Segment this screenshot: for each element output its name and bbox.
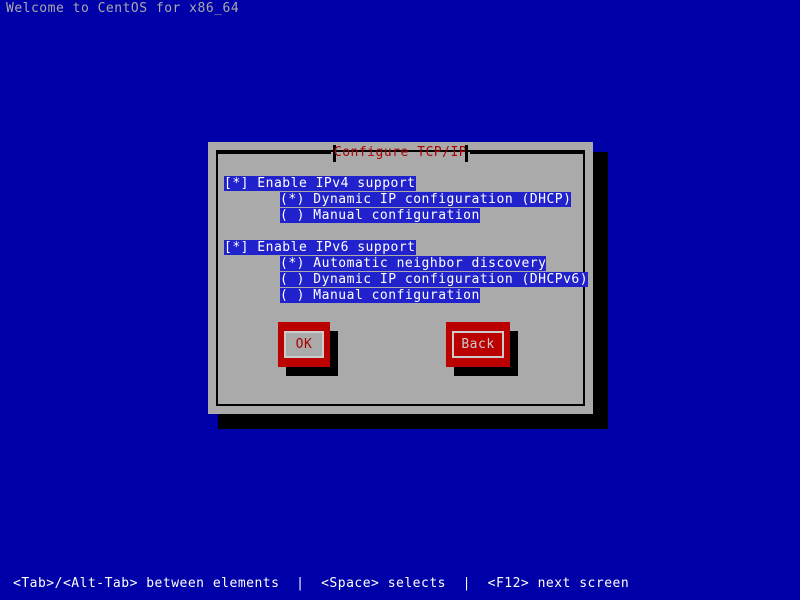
welcome-bar: Welcome to CentOS for x86_64 <box>0 0 800 17</box>
radio-ipv4-dhcp-label: (*) Dynamic IP configuration (DHCP) <box>280 192 572 207</box>
configure-tcpip-dialog: Configure TCP/IP [*] Enable IPv4 support… <box>208 142 593 414</box>
radio-ipv6-auto-neighbor[interactable]: (*) Automatic neighbor discovery <box>224 256 576 272</box>
radio-ipv6-dhcpv6[interactable]: ( ) Dynamic IP configuration (DHCPv6) <box>224 272 589 288</box>
checkbox-enable-ipv6[interactable]: [*] Enable IPv6 support <box>224 240 576 256</box>
radio-ipv4-manual-label: ( ) Manual configuration <box>280 208 480 223</box>
options-list: [*] Enable IPv4 support (*) Dynamic IP c… <box>224 176 589 304</box>
title-tick-right-icon <box>465 145 468 162</box>
checkbox-enable-ipv4[interactable]: [*] Enable IPv4 support <box>224 176 576 192</box>
welcome-text: Welcome to CentOS for x86_64 <box>6 1 240 16</box>
dialog-title-bar: Configure TCP/IP <box>216 143 585 163</box>
radio-ipv6-dhcpv6-label: ( ) Dynamic IP configuration (DHCPv6) <box>280 272 589 287</box>
back-button-label: Back <box>452 331 504 358</box>
checkbox-enable-ipv6-label: [*] Enable IPv6 support <box>224 240 416 255</box>
help-bar: <Tab>/<Alt-Tab> between elements | <Spac… <box>0 575 800 595</box>
back-button[interactable]: Back <box>446 322 510 367</box>
option-group-spacer <box>224 224 576 240</box>
radio-ipv4-dhcp[interactable]: (*) Dynamic IP configuration (DHCP) <box>224 192 576 208</box>
ok-button-label: OK <box>284 331 324 358</box>
radio-ipv4-manual[interactable]: ( ) Manual configuration <box>224 208 576 224</box>
radio-ipv6-auto-neighbor-label: (*) Automatic neighbor discovery <box>280 256 547 271</box>
radio-ipv6-manual-label: ( ) Manual configuration <box>280 288 480 303</box>
dialog-button-row: OK Back <box>208 322 593 402</box>
help-text: <Tab>/<Alt-Tab> between elements | <Spac… <box>13 576 630 591</box>
checkbox-enable-ipv4-label: [*] Enable IPv4 support <box>224 176 416 191</box>
title-rule-right-icon <box>470 152 585 154</box>
radio-ipv6-manual[interactable]: ( ) Manual configuration <box>224 288 576 304</box>
ok-button[interactable]: OK <box>278 322 330 367</box>
